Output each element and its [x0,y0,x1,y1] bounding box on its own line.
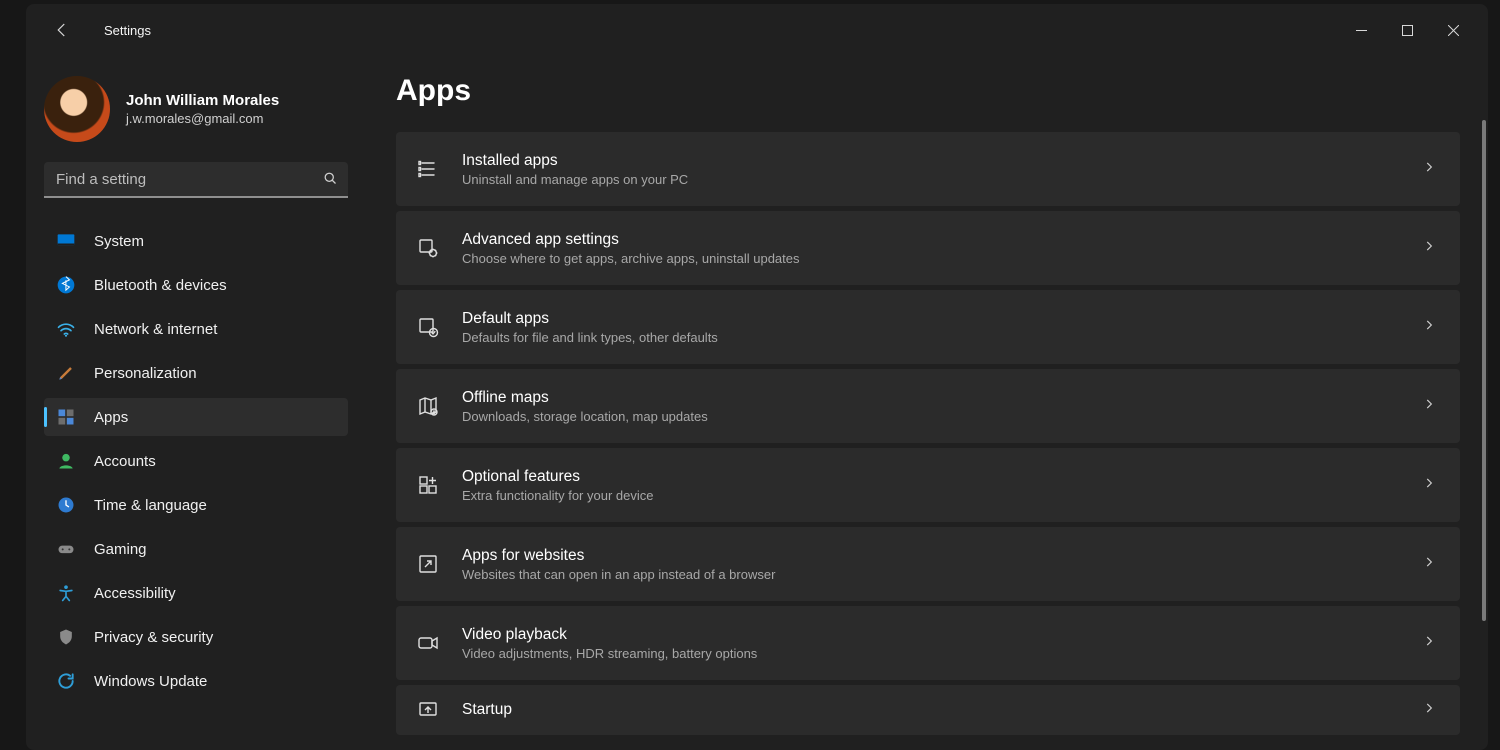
startup-icon [414,696,442,724]
chevron-right-icon [1422,239,1436,258]
sidebar-item-personalization[interactable]: Personalization [44,354,348,392]
card-sub: Websites that can open in an app instead… [462,567,1422,582]
sidebar-item-windows-update[interactable]: Windows Update [44,662,348,700]
sidebar-item-accessibility[interactable]: Accessibility [44,574,348,612]
sidebar-item-label: Personalization [94,365,197,382]
card-title: Installed apps [462,152,1422,170]
sidebar-item-label: Privacy & security [94,629,213,646]
wifi-icon [56,319,76,339]
clock-icon [56,495,76,515]
card-sub: Uninstall and manage apps on your PC [462,172,1422,187]
sidebar-item-label: Accounts [94,453,156,470]
sidebar-item-label: Gaming [94,541,147,558]
card-sub: Downloads, storage location, map updates [462,409,1422,424]
card-title: Startup [462,701,1422,719]
grid-plus-icon [414,471,442,499]
card-default-apps[interactable]: Default apps Defaults for file and link … [396,290,1460,364]
chevron-right-icon [1422,701,1436,720]
card-offline-maps[interactable]: Offline maps Downloads, storage location… [396,369,1460,443]
chevron-right-icon [1422,634,1436,653]
sidebar-item-label: System [94,233,144,250]
main-content: Apps Installed apps Uninstall and manage… [366,56,1488,750]
card-title: Optional features [462,468,1422,486]
titlebar-label: Settings [104,23,151,38]
cards-list: Installed apps Uninstall and manage apps… [396,132,1474,750]
card-apps-for-websites[interactable]: Apps for websites Websites that can open… [396,527,1460,601]
card-sub: Defaults for file and link types, other … [462,330,1422,345]
map-icon [414,392,442,420]
minimize-button[interactable] [1338,15,1384,45]
sidebar-item-network[interactable]: Network & internet [44,310,348,348]
card-advanced-app-settings[interactable]: Advanced app settings Choose where to ge… [396,211,1460,285]
chevron-right-icon [1422,160,1436,179]
sidebar-item-label: Network & internet [94,321,217,338]
display-icon [56,231,76,251]
card-title: Advanced app settings [462,231,1422,249]
sidebar-item-gaming[interactable]: Gaming [44,530,348,568]
settings-window: Settings John William Morales j.w.morale… [26,4,1488,750]
titlebar: Settings [26,4,1488,56]
card-sub: Video adjustments, HDR streaming, batter… [462,646,1422,661]
sidebar-item-label: Accessibility [94,585,176,602]
open-external-icon [414,550,442,578]
card-title: Video playback [462,626,1422,644]
card-startup[interactable]: Startup [396,685,1460,735]
sidebar-item-accounts[interactable]: Accounts [44,442,348,480]
gamepad-icon [56,539,76,559]
accessibility-icon [56,583,76,603]
sidebar-item-time-language[interactable]: Time & language [44,486,348,524]
close-button[interactable] [1430,15,1476,45]
sidebar-item-label: Bluetooth & devices [94,277,227,294]
app-check-icon [414,313,442,341]
scrollbar-thumb[interactable] [1482,120,1486,621]
profile[interactable]: John William Morales j.w.morales@gmail.c… [44,76,348,142]
chevron-right-icon [1422,476,1436,495]
chevron-right-icon [1422,318,1436,337]
search-input[interactable] [44,162,348,198]
scrollbar[interactable] [1482,120,1486,746]
profile-email: j.w.morales@gmail.com [126,111,279,126]
app-gear-icon [414,234,442,262]
chevron-right-icon [1422,555,1436,574]
card-installed-apps[interactable]: Installed apps Uninstall and manage apps… [396,132,1460,206]
card-video-playback[interactable]: Video playback Video adjustments, HDR st… [396,606,1460,680]
sidebar-item-bluetooth[interactable]: Bluetooth & devices [44,266,348,304]
card-sub: Choose where to get apps, archive apps, … [462,251,1422,266]
sidebar-item-system[interactable]: System [44,222,348,260]
card-optional-features[interactable]: Optional features Extra functionality fo… [396,448,1460,522]
maximize-button[interactable] [1384,15,1430,45]
list-icon [414,155,442,183]
search-wrap [44,162,348,198]
person-icon [56,451,76,471]
back-button[interactable] [44,12,80,48]
sidebar-item-label: Time & language [94,497,207,514]
profile-name: John William Morales [126,92,279,109]
avatar [44,76,110,142]
card-title: Offline maps [462,389,1422,407]
sidebar-item-privacy[interactable]: Privacy & security [44,618,348,656]
card-title: Apps for websites [462,547,1422,565]
nav: System Bluetooth & devices Network & int… [44,222,348,700]
brush-icon [56,363,76,383]
chevron-right-icon [1422,397,1436,416]
bluetooth-icon [56,275,76,295]
video-icon [414,629,442,657]
sidebar: John William Morales j.w.morales@gmail.c… [26,56,366,750]
sidebar-item-label: Apps [94,409,128,426]
sidebar-item-label: Windows Update [94,673,207,690]
card-title: Default apps [462,310,1422,328]
search-icon [323,171,338,189]
apps-icon [56,407,76,427]
page-title: Apps [396,74,1474,108]
card-sub: Extra functionality for your device [462,488,1422,503]
update-icon [56,671,76,691]
sidebar-item-apps[interactable]: Apps [44,398,348,436]
shield-icon [56,627,76,647]
